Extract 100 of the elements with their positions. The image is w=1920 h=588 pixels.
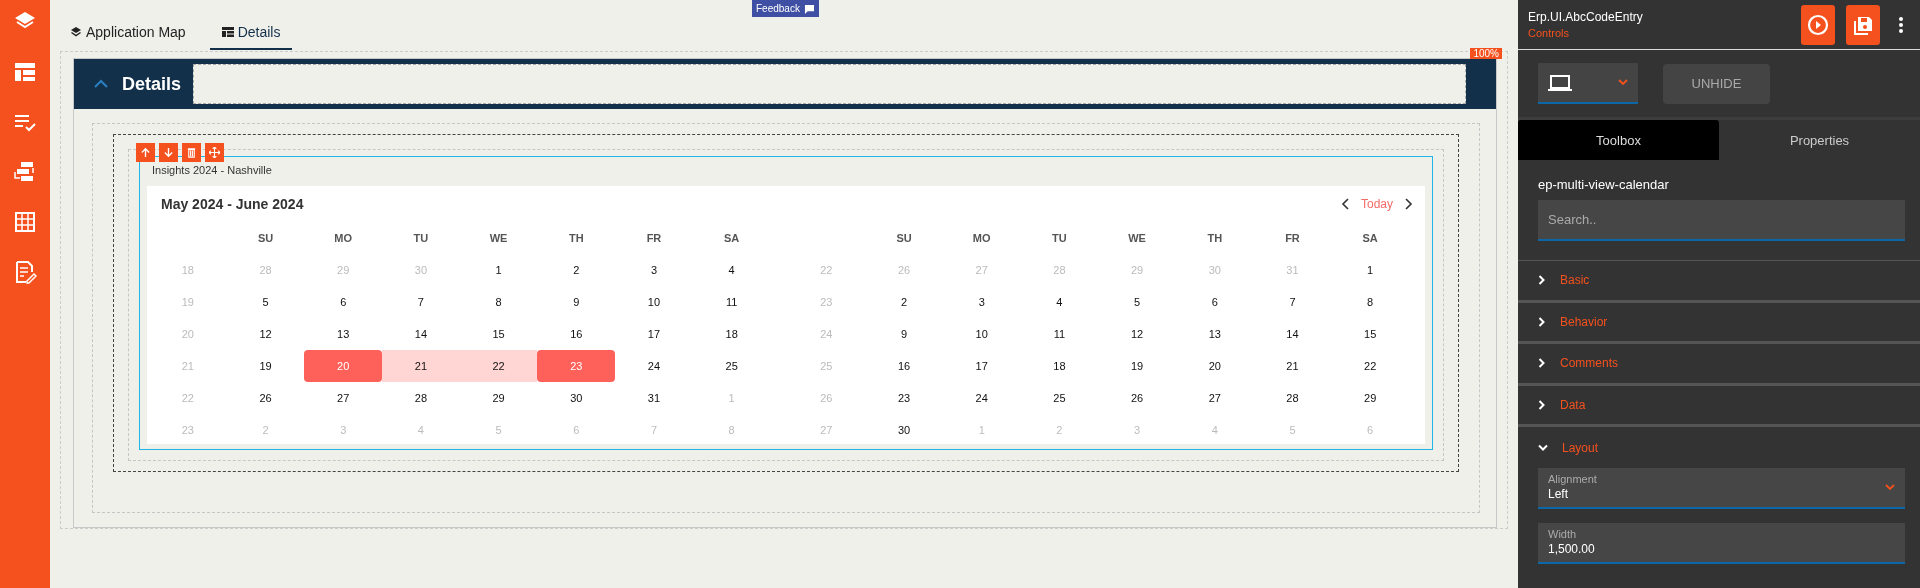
calendar-day[interactable]: 21	[1253, 350, 1332, 382]
calendar-day[interactable]: 4	[692, 254, 771, 286]
select-field[interactable]: Alignment Left	[1538, 467, 1905, 509]
calendar-day[interactable]: 7	[382, 286, 460, 318]
calendar-day[interactable]: 14	[1253, 318, 1332, 350]
calendar-day[interactable]: 6	[304, 286, 383, 318]
chevron-down-icon	[1618, 79, 1628, 86]
calendar-day[interactable]: 24	[942, 382, 1021, 414]
calendar-day[interactable]: 17	[615, 318, 693, 350]
delete-button[interactable]	[182, 143, 201, 162]
calendar-day[interactable]: 23	[865, 382, 943, 414]
week-number: 18	[180, 263, 195, 278]
calendar-day[interactable]: 26	[226, 382, 305, 414]
calendar-day[interactable]: 7	[1253, 286, 1332, 318]
calendar-day[interactable]: 8	[1331, 286, 1409, 318]
calendar-day[interactable]: 28	[1253, 382, 1332, 414]
calendar-day[interactable]: 2	[865, 286, 943, 318]
calendar-day[interactable]: 10	[942, 318, 1021, 350]
move-down-button[interactable]	[159, 143, 178, 162]
layout-icon[interactable]	[13, 60, 37, 84]
section-header[interactable]: Comments	[1518, 344, 1920, 386]
calendar-day[interactable]: 5	[1098, 286, 1176, 318]
calendar-day[interactable]: 19	[1098, 350, 1176, 382]
calendar-day[interactable]: 13	[304, 318, 383, 350]
section-header[interactable]: Data	[1518, 385, 1920, 427]
calendar-day[interactable]: 14	[382, 318, 460, 350]
calendar-day[interactable]: 22	[1331, 350, 1409, 382]
calendar-day[interactable]: 15	[1331, 318, 1409, 350]
calendar-day[interactable]: 12	[226, 318, 305, 350]
panel-title: Details	[122, 73, 182, 95]
calendar-day[interactable]: 30	[537, 382, 616, 414]
week-number: 20	[180, 327, 195, 342]
calendar-day[interactable]: 20	[1175, 350, 1254, 382]
weekday-label: TU	[1051, 231, 1068, 246]
section-header[interactable]: Layout	[1518, 427, 1920, 469]
calendar-day[interactable]: 1	[459, 254, 538, 286]
tab[interactable]: Application Map	[58, 16, 198, 50]
trash-icon	[186, 147, 197, 158]
calendar-day[interactable]: 25	[1020, 382, 1099, 414]
calendar-day[interactable]: 5	[226, 286, 305, 318]
calendar-day[interactable]: 22	[459, 350, 538, 382]
calendar-day[interactable]: 11	[1020, 318, 1099, 350]
chevron-icon[interactable]	[94, 79, 108, 89]
device-dropdown[interactable]	[1538, 63, 1638, 104]
next-button[interactable]	[1403, 198, 1413, 210]
document-edit-icon[interactable]	[13, 260, 37, 284]
run-button[interactable]	[1801, 4, 1835, 45]
calendar-day[interactable]: 18	[692, 318, 771, 350]
calendar-day[interactable]: 1	[1331, 254, 1409, 286]
week-number: 23	[180, 423, 195, 438]
calendar-day[interactable]: 11	[692, 286, 771, 318]
previous-button[interactable]	[1340, 198, 1351, 210]
calendar-day[interactable]: 3	[942, 286, 1021, 318]
calendar-day[interactable]: 27	[304, 382, 383, 414]
calendar-day[interactable]: 31	[615, 382, 693, 414]
calendar-day[interactable]: 26	[1098, 382, 1176, 414]
calendar-day[interactable]: 19	[226, 350, 305, 382]
move-up-button[interactable]	[136, 143, 155, 162]
chevron-right-icon	[1538, 275, 1546, 286]
drag-handle-button[interactable]	[205, 143, 224, 162]
calendar-day[interactable]: 8	[459, 286, 538, 318]
calendar-day[interactable]: 29	[459, 382, 538, 414]
calendar-day[interactable]: 28	[382, 382, 460, 414]
flow-icon[interactable]	[13, 160, 37, 184]
calendar-day[interactable]: 17	[942, 350, 1021, 382]
number-field[interactable]: Width 1,500.00	[1538, 522, 1905, 564]
panel-tab[interactable]: Toolbox	[1518, 120, 1719, 160]
grid-icon[interactable]	[13, 210, 37, 234]
section-header[interactable]: Basic	[1518, 261, 1920, 303]
calendar-day[interactable]: 25	[692, 350, 771, 382]
tab[interactable]: Details	[209, 16, 293, 50]
calendar-day[interactable]: 9	[865, 318, 943, 350]
calendar-day[interactable]: 12	[1098, 318, 1176, 350]
calendar-day[interactable]: 16	[537, 318, 616, 350]
save-button[interactable]	[1846, 4, 1880, 45]
calendar-day[interactable]: 2	[537, 254, 616, 286]
calendar-day[interactable]: 24	[615, 350, 693, 382]
calendar-day[interactable]: 27	[1175, 382, 1254, 414]
search-field[interactable]: Search..	[1538, 200, 1905, 241]
calendar-day[interactable]: 10	[615, 286, 693, 318]
calendar-day[interactable]: 18	[1020, 350, 1099, 382]
calendar-day[interactable]: 29	[1331, 382, 1409, 414]
calendar-day[interactable]: 21	[382, 350, 460, 382]
calendar-day[interactable]: 9	[537, 286, 616, 318]
unhide-button[interactable]: UNHIDE	[1663, 63, 1770, 104]
calendar-day[interactable]: 3	[615, 254, 693, 286]
more-icon[interactable]	[1898, 15, 1904, 34]
calendar-day[interactable]: 6	[1175, 286, 1254, 318]
calendar-day[interactable]: 15	[459, 318, 538, 350]
section-header[interactable]: Behavior	[1518, 302, 1920, 344]
chevron-right-icon	[1538, 399, 1546, 410]
field-value: Left	[1548, 487, 1569, 501]
calendar-day[interactable]: 30	[865, 414, 943, 446]
weekday-label: WE	[1127, 231, 1147, 246]
feedback-button[interactable]: Feedback	[752, 0, 819, 17]
calendar-day[interactable]: 13	[1175, 318, 1254, 350]
calendar-day[interactable]: 4	[1020, 286, 1099, 318]
calendar-day[interactable]: 16	[865, 350, 943, 382]
component-name: ep-multi-view-calendar	[1537, 176, 1670, 194]
weekday-label: SU	[895, 231, 913, 246]
